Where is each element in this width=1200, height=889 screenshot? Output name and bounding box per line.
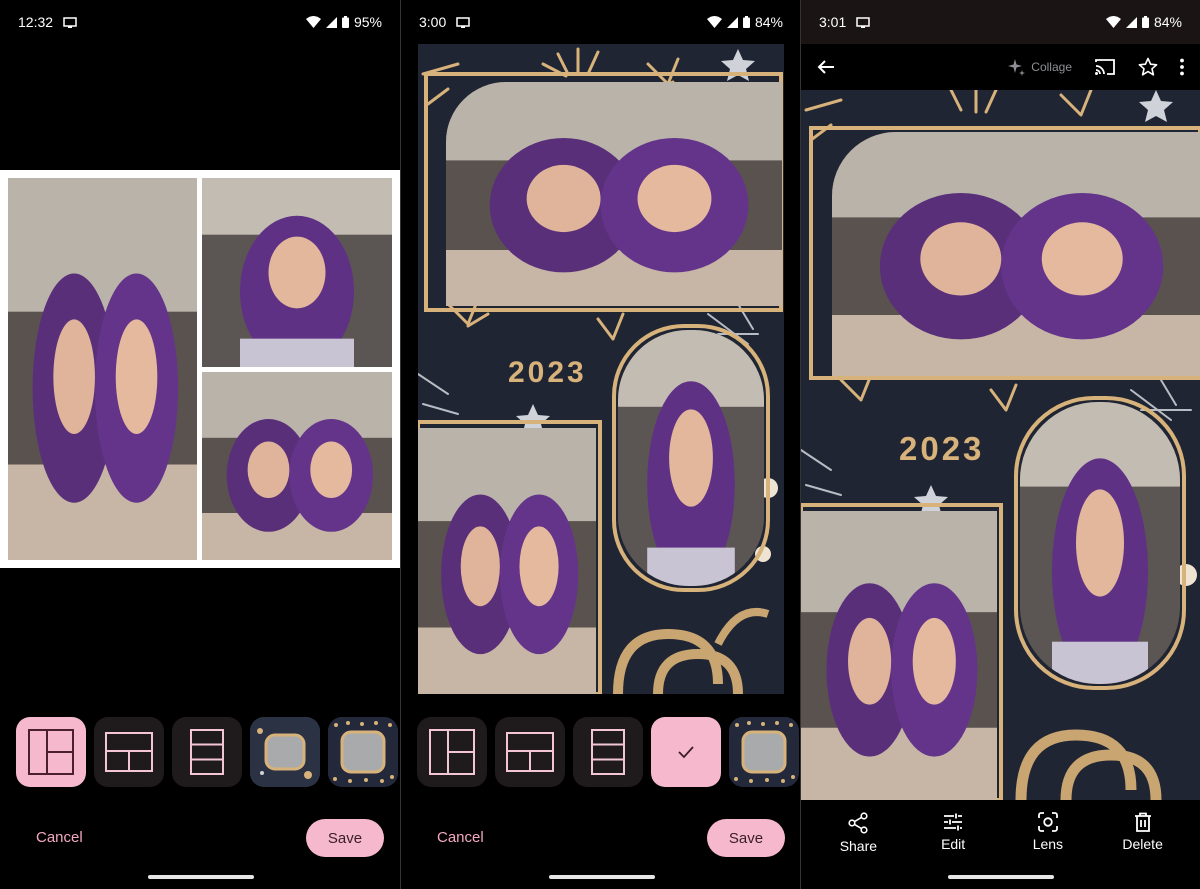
collage-preview[interactable]: [0, 170, 400, 568]
cast-screen-icon: [856, 16, 870, 28]
layout-options: [417, 717, 799, 787]
edit-label: Edit: [941, 836, 966, 852]
layout-option-top-bottom[interactable]: [495, 717, 565, 787]
photo-viewer-screen: 3:01 84% 2023 Collage Share Edit Lens De…: [801, 0, 1200, 889]
more-options-icon[interactable]: [1180, 58, 1184, 76]
viewer-top-bar: Collage: [801, 44, 1200, 90]
layout-grid-icon: [28, 729, 74, 775]
back-arrow-icon[interactable]: [817, 59, 835, 75]
checkmark-icon: [678, 746, 694, 759]
year-label: 2023: [899, 430, 985, 467]
confetti-theme-icon: [328, 717, 398, 787]
lens-button[interactable]: Lens: [1008, 812, 1088, 854]
collage-tag-label: Collage: [1031, 60, 1072, 74]
delete-button[interactable]: Delete: [1103, 812, 1183, 854]
save-button[interactable]: Save: [306, 819, 384, 857]
collage-photo-top: [832, 132, 1200, 376]
wifi-icon: [1105, 16, 1121, 28]
year-label: 2023: [508, 356, 587, 389]
theme-option-fireworks[interactable]: [250, 717, 320, 787]
cast-icon[interactable]: [1094, 58, 1116, 76]
theme-option-confetti[interactable]: [729, 717, 799, 787]
signal-icon: [325, 16, 337, 28]
status-bar: 3:01 84%: [801, 0, 1200, 44]
themed-photo-bottom-left[interactable]: [418, 428, 596, 694]
battery-icon: [742, 16, 750, 28]
edit-button[interactable]: Edit: [913, 812, 993, 854]
star-icon[interactable]: [1138, 57, 1158, 77]
lens-icon: [1037, 812, 1058, 832]
save-button[interactable]: Save: [707, 819, 785, 857]
layout-grid-icon: [190, 729, 224, 775]
lens-label: Lens: [1032, 836, 1064, 852]
layout-option-1-2[interactable]: [16, 717, 86, 787]
share-button[interactable]: Share: [818, 812, 898, 854]
sparkle-icon: [1008, 59, 1026, 76]
share-icon: [848, 812, 868, 834]
layout-grid-icon: [591, 729, 625, 775]
collage-photo-bottom-left: [801, 511, 997, 800]
collage-image[interactable]: 2023: [801, 90, 1200, 800]
tune-icon: [944, 813, 963, 831]
battery-icon: [341, 16, 349, 28]
signal-icon: [1125, 16, 1137, 28]
status-time: 12:32: [18, 14, 54, 30]
share-label: Share: [839, 838, 878, 854]
theme-option-confetti[interactable]: [328, 717, 398, 787]
layout-grid-icon: [506, 732, 554, 772]
themed-collage-preview[interactable]: 2023: [418, 44, 784, 694]
status-time: 3:00: [419, 14, 447, 30]
fireworks-theme-icon: [250, 717, 320, 787]
home-gesture-bar[interactable]: [148, 875, 254, 879]
layout-option-three-rows[interactable]: [573, 717, 643, 787]
trash-icon: [1134, 812, 1151, 832]
collage-editor-screen-2: 3:00 84% 2023 Cancel Save: [401, 0, 801, 889]
layout-grid-icon: [105, 732, 153, 772]
cast-screen-icon: [63, 16, 77, 28]
theme-option-fireworks[interactable]: [651, 717, 721, 787]
layout-option-top-bottom[interactable]: [94, 717, 164, 787]
status-time: 3:01: [819, 14, 847, 30]
layout-option-1-2[interactable]: [417, 717, 487, 787]
delete-label: Delete: [1122, 836, 1163, 852]
status-bar: 12:32 95%: [0, 0, 400, 44]
home-gesture-bar[interactable]: [948, 875, 1054, 879]
themed-photo-oval[interactable]: [618, 330, 764, 586]
viewer-actions: Share Edit Lens Delete: [801, 812, 1200, 854]
collage-photo-top-right[interactable]: [202, 178, 392, 367]
battery-icon: [1141, 16, 1149, 28]
battery-percent: 84%: [754, 14, 783, 30]
cancel-button[interactable]: Cancel: [437, 829, 484, 846]
collage-tag: Collage: [1007, 58, 1072, 76]
collage-photo-bottom-right[interactable]: [202, 372, 392, 560]
battery-percent: 95%: [353, 14, 382, 30]
layout-option-three-rows[interactable]: [172, 717, 242, 787]
cast-screen-icon: [456, 16, 470, 28]
collage-editor-screen-1: 12:32 95% Cancel Save: [0, 0, 400, 889]
signal-icon: [726, 16, 738, 28]
status-bar: 3:00 84%: [401, 0, 801, 44]
wifi-icon: [305, 16, 321, 28]
layout-grid-icon: [429, 729, 475, 775]
confetti-theme-icon: [729, 717, 799, 787]
layout-options: [16, 717, 398, 787]
wifi-icon: [706, 16, 722, 28]
themed-photo-top[interactable]: [446, 82, 782, 306]
collage-photo-oval: [1020, 402, 1180, 684]
collage-photo-left[interactable]: [8, 178, 197, 560]
home-gesture-bar[interactable]: [549, 875, 655, 879]
cancel-button[interactable]: Cancel: [36, 829, 83, 846]
battery-percent: 84%: [1153, 14, 1182, 30]
